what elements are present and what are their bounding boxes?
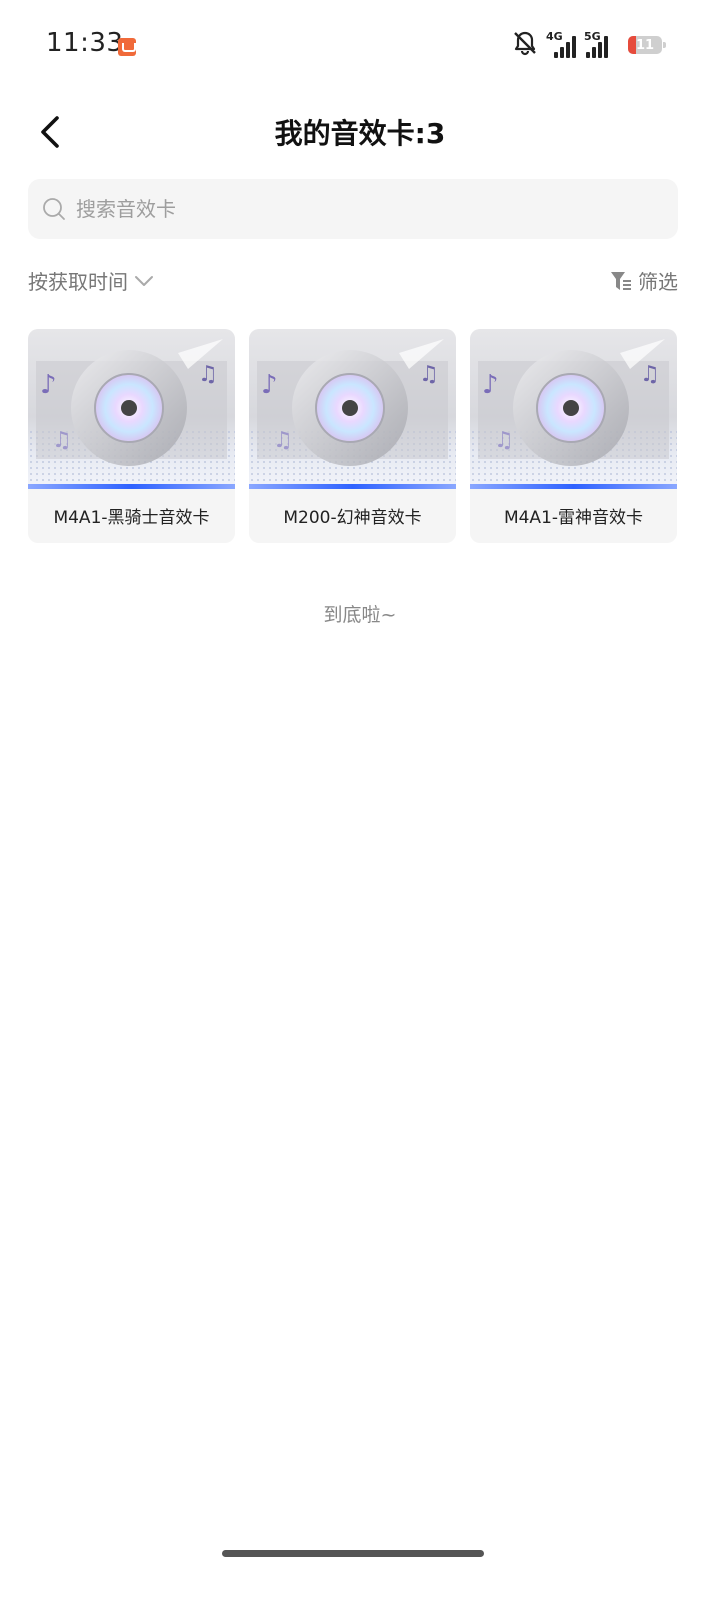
filter-label: 筛选 xyxy=(638,270,678,294)
sort-dropdown[interactable]: 按获取时间 xyxy=(28,266,154,295)
page-title: 我的音效卡:3 xyxy=(274,117,446,150)
status-time: 11:33 xyxy=(46,28,124,58)
signal-5g-icon: 5G xyxy=(584,30,620,58)
card-thumbnail: ♪ ♫ ♫ xyxy=(249,329,456,489)
sound-card-item[interactable]: ♪ ♫ ♫ M4A1-雷神音效卡 xyxy=(470,329,677,543)
card-thumbnail: ♪ ♫ ♫ xyxy=(28,329,235,489)
svg-text:♪: ♪ xyxy=(40,370,57,400)
sort-label: 按获取时间 xyxy=(28,270,128,294)
filter-button[interactable]: 筛选 xyxy=(610,266,678,295)
svg-text:♫: ♫ xyxy=(419,362,439,387)
card-label: M4A1-雷神音效卡 xyxy=(503,508,644,528)
search-input[interactable] xyxy=(74,196,638,222)
home-indicator[interactable] xyxy=(222,1550,484,1557)
battery-icon: 11 xyxy=(628,36,666,54)
sound-card-item[interactable]: ♪ ♫ ♫ M4A1-黑骑士音效卡 xyxy=(28,329,235,543)
filter-icon xyxy=(611,271,631,290)
disc-icon: ♪ ♫ ♫ xyxy=(257,339,448,466)
svg-text:♫: ♫ xyxy=(640,362,660,387)
disc-icon: ♪ ♫ ♫ xyxy=(36,339,227,466)
network-label-5g: 5G xyxy=(584,30,601,43)
svg-text:♫: ♫ xyxy=(198,362,218,387)
header: 我的音效卡:3 xyxy=(0,92,720,172)
chevron-down-icon xyxy=(135,275,153,286)
search-bar[interactable] xyxy=(28,179,678,239)
disc-icon: ♪ ♫ ♫ xyxy=(478,339,669,466)
battery-level: 11 xyxy=(635,37,655,53)
search-icon xyxy=(42,197,66,221)
svg-text:♫: ♫ xyxy=(494,428,514,453)
status-icons: 4G 5G 11 xyxy=(512,30,666,60)
svg-text:♪: ♪ xyxy=(482,370,499,400)
bell-off-icon xyxy=(512,30,538,60)
app-notification-icon xyxy=(118,38,136,56)
card-thumbnail: ♪ ♫ ♫ xyxy=(470,329,677,489)
card-label: M4A1-黑骑士音效卡 xyxy=(53,508,210,528)
svg-text:♫: ♫ xyxy=(273,428,293,453)
network-label-4g: 4G xyxy=(546,30,563,43)
signal-4g-icon: 4G xyxy=(546,30,576,58)
end-of-list-text: 到底啦~ xyxy=(323,604,397,626)
sound-card-grid: ♪ ♫ ♫ M4A1-黑骑士音效卡 ♪ ♫ ♫ M200-幻神音效卡 ♪ ♫ ♫… xyxy=(28,329,679,543)
svg-text:♪: ♪ xyxy=(261,370,278,400)
sound-card-item[interactable]: ♪ ♫ ♫ M200-幻神音效卡 xyxy=(249,329,456,543)
card-label: M200-幻神音效卡 xyxy=(283,508,422,528)
status-bar: 11:33 4G 5G 11 xyxy=(0,0,720,92)
svg-text:♫: ♫ xyxy=(52,428,72,453)
